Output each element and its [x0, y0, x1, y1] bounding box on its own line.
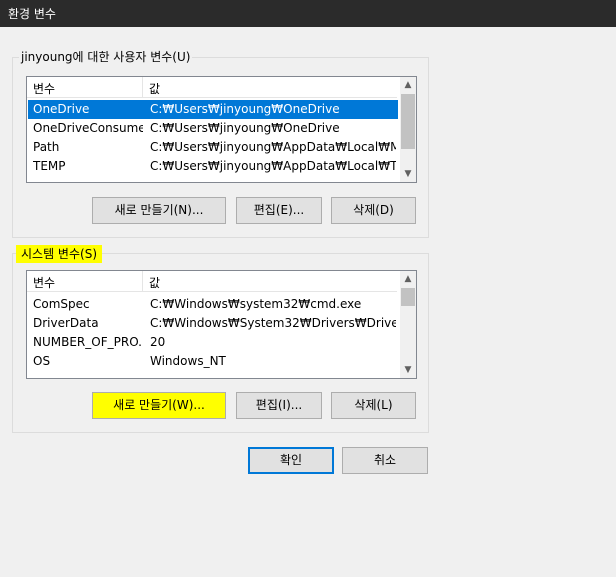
variable-value: 20: [150, 335, 166, 349]
variable-name: ComSpec: [33, 297, 90, 311]
variable-name: TEMP: [33, 159, 66, 173]
scroll-down-icon[interactable]: ▼: [400, 166, 416, 182]
variable-value: C:₩Users₩jinyoung₩AppData₩Local₩Micr...: [150, 140, 396, 154]
scroll-up-icon[interactable]: ▲: [400, 77, 416, 93]
column-header-name[interactable]: 변수: [33, 80, 55, 97]
variable-name: OS: [33, 354, 51, 368]
variable-value: Windows_NT: [150, 354, 226, 368]
table-row[interactable]: NUMBER_OF_PRO... 20: [28, 333, 398, 352]
table-row[interactable]: OS Windows_NT: [28, 352, 398, 371]
table-row[interactable]: TEMP C:₩Users₩jinyoung₩AppData₩Local₩Tem…: [28, 157, 398, 176]
system-variables-list[interactable]: 변수 값 ComSpec C:₩Windows₩system32₩cmd.exe…: [26, 270, 417, 379]
title-bar: 환경 변수: [0, 0, 616, 27]
user-variables-title: jinyoung에 대한 사용자 변수(U): [19, 50, 193, 64]
variable-value: C:₩Users₩jinyoung₩OneDrive: [150, 102, 340, 116]
system-delete-button[interactable]: 삭제(L): [331, 392, 416, 419]
column-divider[interactable]: [142, 77, 143, 97]
variable-name: NUMBER_OF_PRO...: [33, 335, 143, 349]
column-header-name[interactable]: 변수: [33, 274, 55, 291]
variable-name: Path: [33, 140, 60, 154]
user-edit-button[interactable]: 편집(E)...: [236, 197, 322, 224]
variable-value: C:₩Users₩jinyoung₩AppData₩Local₩Temp: [150, 159, 396, 173]
vertical-scrollbar[interactable]: ▲ ▼: [400, 77, 416, 182]
cancel-button[interactable]: 취소: [342, 447, 428, 474]
list-header: 변수 값: [27, 271, 397, 292]
variable-name: DriverData: [33, 316, 99, 330]
column-header-value[interactable]: 값: [149, 274, 160, 291]
table-row[interactable]: ComSpec C:₩Windows₩system32₩cmd.exe: [28, 295, 398, 314]
system-new-button[interactable]: 새로 만들기(W)...: [92, 392, 226, 419]
variable-value: C:₩Windows₩System32₩Drivers₩DriverData: [150, 316, 396, 330]
user-delete-button[interactable]: 삭제(D): [331, 197, 416, 224]
table-row[interactable]: OneDriveConsumer C:₩Users₩jinyoung₩OneDr…: [28, 119, 398, 138]
variable-value: C:₩Users₩jinyoung₩OneDrive: [150, 121, 340, 135]
vertical-scrollbar[interactable]: ▲ ▼: [400, 271, 416, 378]
table-row[interactable]: OneDrive C:₩Users₩jinyoung₩OneDrive: [28, 100, 398, 119]
system-edit-button[interactable]: 편집(I)...: [236, 392, 322, 419]
user-variables-list[interactable]: 변수 값 OneDrive C:₩Users₩jinyoung₩OneDrive…: [26, 76, 417, 183]
table-row[interactable]: DriverData C:₩Windows₩System32₩Drivers₩D…: [28, 314, 398, 333]
variable-name: OneDriveConsumer: [33, 121, 143, 135]
ok-button[interactable]: 확인: [248, 447, 334, 474]
column-divider[interactable]: [142, 271, 143, 291]
scroll-up-icon[interactable]: ▲: [400, 271, 416, 287]
variable-name: OneDrive: [33, 102, 90, 116]
window-title: 환경 변수: [8, 7, 56, 21]
list-header: 변수 값: [27, 77, 397, 98]
scrollbar-thumb[interactable]: [401, 288, 415, 306]
system-variables-title: 시스템 변수(S): [16, 245, 102, 263]
variable-value: C:₩Windows₩system32₩cmd.exe: [150, 297, 362, 311]
table-row[interactable]: Path C:₩Users₩jinyoung₩AppData₩Local₩Mic…: [28, 138, 398, 157]
scroll-down-icon[interactable]: ▼: [400, 362, 416, 378]
user-new-button[interactable]: 새로 만들기(N)...: [92, 197, 226, 224]
scrollbar-thumb[interactable]: [401, 94, 415, 149]
column-header-value[interactable]: 값: [149, 80, 160, 97]
